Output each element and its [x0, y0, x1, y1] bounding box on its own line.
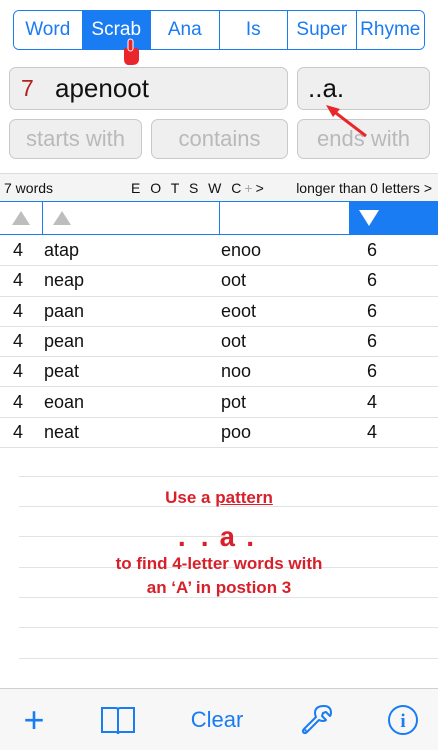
word-text: atap: [44, 240, 80, 261]
word-score: 6: [367, 300, 378, 321]
tab-ana[interactable]: Ana: [151, 11, 220, 49]
table-row[interactable]: 4 atap enoo 6: [0, 236, 438, 267]
sort-down-icon: [359, 210, 379, 226]
word-score: 6: [367, 361, 378, 382]
promo-line-4: an ‘A’ in postion 3: [146, 578, 292, 597]
starts-with-placeholder: starts with: [25, 126, 126, 151]
sort-length-header[interactable]: [0, 202, 43, 234]
letters-value: apenoot: [55, 73, 149, 103]
table-header: [0, 201, 438, 235]
remaining-letters: poo: [221, 421, 252, 442]
word-length: 4: [13, 240, 24, 261]
table-row[interactable]: 4 pean oot 6: [0, 327, 438, 358]
word-score: 6: [367, 270, 378, 291]
remaining-letters-button[interactable]: E O T S W C+>: [131, 180, 267, 196]
remaining-letters: enoo: [221, 240, 262, 261]
tab-super[interactable]: Super: [288, 11, 357, 49]
table-row[interactable]: 4 neap oot 6: [0, 266, 438, 297]
promo-line-3: to find 4-letter words with: [115, 554, 323, 573]
word-length: 4: [13, 391, 24, 412]
info-icon: i: [388, 705, 418, 735]
word-count-label: 7 words: [4, 179, 54, 196]
plus-icon: +: [23, 699, 45, 740]
wrench-icon: [301, 705, 332, 735]
word-length: 4: [13, 421, 24, 442]
mode-tabs: Word Scrab Ana Is Super Rhyme: [13, 10, 425, 50]
table-row[interactable]: 4 paan eoot 6: [0, 297, 438, 327]
remaining-letters: pot: [221, 391, 247, 412]
results-table: 4 atap enoo 6 4 neap oot 6 4 paan eoot 6…: [0, 236, 438, 449]
tab-word[interactable]: Word: [14, 11, 83, 49]
bottom-toolbar: + Clear i: [0, 688, 438, 750]
info-button[interactable]: i: [381, 689, 425, 750]
remaining-letters: E O T S W C: [131, 179, 245, 196]
remaining-letters: eoot: [221, 300, 257, 321]
annotation-arrow-icon: [326, 105, 367, 138]
contains-field[interactable]: contains: [151, 119, 288, 159]
word-text: peat: [44, 361, 80, 382]
book-icon: [101, 707, 135, 735]
promo-pattern: ..a.: [173, 524, 265, 555]
length-filter-button[interactable]: longer than 0 letters >: [296, 180, 432, 196]
word-length: 4: [13, 270, 24, 291]
chevron-right-icon: >: [255, 179, 267, 196]
remaining-letters: oot: [221, 270, 247, 291]
word-score: 6: [367, 240, 378, 261]
remaining-letters: noo: [221, 361, 252, 382]
tab-rhyme[interactable]: Rhyme: [356, 11, 424, 49]
sort-word-header[interactable]: [43, 202, 220, 234]
dictionary-button[interactable]: [96, 689, 140, 750]
word-text: neat: [44, 421, 80, 442]
starts-with-field[interactable]: starts with: [9, 119, 142, 159]
word-text: neap: [44, 270, 85, 291]
letters-input[interactable]: 7 apenoot: [9, 67, 288, 110]
promo-pattern-link: pattern: [215, 488, 273, 507]
plus-icon: +: [244, 179, 256, 196]
table-row[interactable]: 4 eoan pot 4: [0, 387, 438, 418]
table-row[interactable]: 4 neat poo 4: [0, 418, 438, 449]
contains-placeholder: contains: [178, 126, 261, 151]
sort-up-icon: [53, 211, 71, 225]
divider: [19, 658, 438, 659]
divider: [19, 627, 438, 628]
sort-score-header[interactable]: [350, 202, 438, 234]
sort-up-icon: [12, 211, 30, 225]
word-text: paan: [44, 300, 85, 321]
word-text: eoan: [44, 391, 85, 412]
settings-button[interactable]: [295, 689, 339, 750]
table-row[interactable]: 4 peat noo 6: [0, 357, 438, 388]
word-score: 4: [367, 391, 378, 412]
remaining-letters: oot: [221, 331, 247, 352]
word-score: 4: [367, 421, 378, 442]
clear-button[interactable]: Clear: [182, 689, 252, 750]
promo-headline: Use a pattern: [0, 488, 438, 508]
results-info-bar: 7 words E O T S W C+> longer than 0 lett…: [0, 173, 438, 201]
word-score: 6: [367, 331, 378, 352]
word-length: 4: [13, 300, 24, 321]
word-length: 4: [13, 361, 24, 382]
promo-prefix: Use a: [165, 488, 216, 507]
word-text: pean: [44, 331, 85, 352]
pointing-hand-icon: [124, 38, 139, 65]
remaining-header[interactable]: [220, 202, 350, 234]
tab-is[interactable]: Is: [219, 11, 288, 49]
divider: [19, 476, 438, 477]
add-button[interactable]: +: [12, 689, 56, 750]
info-glyph: i: [400, 711, 405, 732]
word-length: 4: [13, 331, 24, 352]
letter-count: 7: [21, 75, 34, 101]
